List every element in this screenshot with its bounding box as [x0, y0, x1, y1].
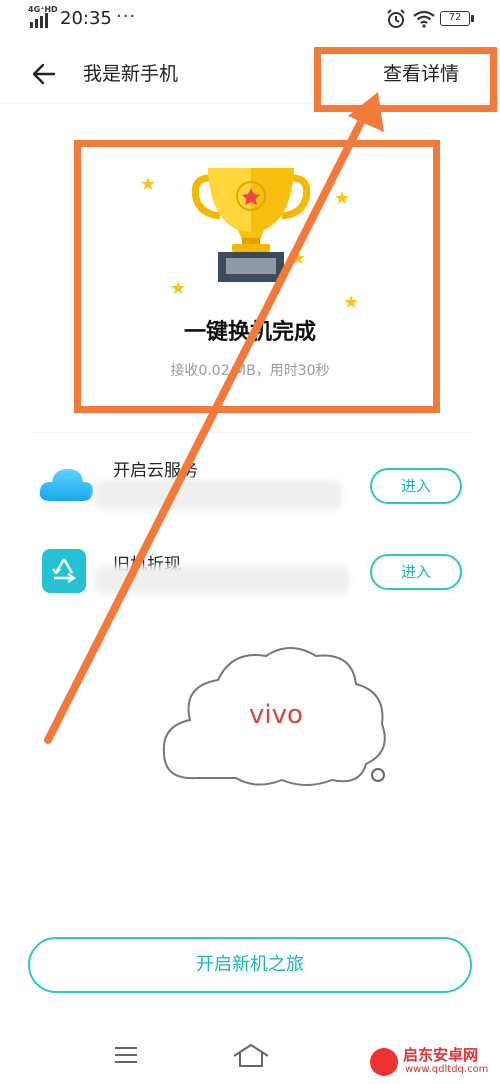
trade-in-enter-button[interactable]: 进入	[370, 554, 462, 590]
alarm-icon	[387, 9, 405, 28]
clock: 20:35	[60, 8, 112, 29]
annotation-box-result	[74, 140, 440, 413]
cloud-service-title: 开启云服务	[113, 461, 198, 481]
menu-icon[interactable]	[114, 1045, 138, 1065]
signal-icon	[30, 13, 48, 28]
recycle-icon	[42, 549, 86, 593]
trade-in-description	[94, 566, 350, 594]
battery-tip	[471, 15, 474, 22]
bubble-icon	[371, 768, 385, 782]
section-divider	[30, 432, 470, 433]
cloud-service-enter-button[interactable]: 进入	[370, 468, 462, 504]
home-icon[interactable]	[232, 1042, 270, 1068]
battery-icon: 72	[440, 11, 470, 26]
site-name: 启东安卓网	[403, 1046, 479, 1064]
site-url: www.qdltdq.com	[405, 1064, 489, 1075]
cloud-service-description	[94, 480, 342, 510]
status-bar: 4G⁺HD 20:35 ··· 72	[0, 0, 500, 40]
cloud-icon	[39, 469, 94, 501]
back-arrow-icon[interactable]	[30, 60, 58, 88]
annotation-box-details	[314, 47, 497, 112]
page-title: 我是新手机	[83, 63, 179, 85]
wifi-icon	[413, 10, 435, 28]
more-notifications-icon: ···	[116, 6, 137, 27]
cloud-watermark-text: vivo	[249, 700, 303, 730]
site-logo-icon	[370, 1048, 398, 1076]
start-new-phone-button[interactable]: 开启新机之旅	[28, 937, 472, 993]
